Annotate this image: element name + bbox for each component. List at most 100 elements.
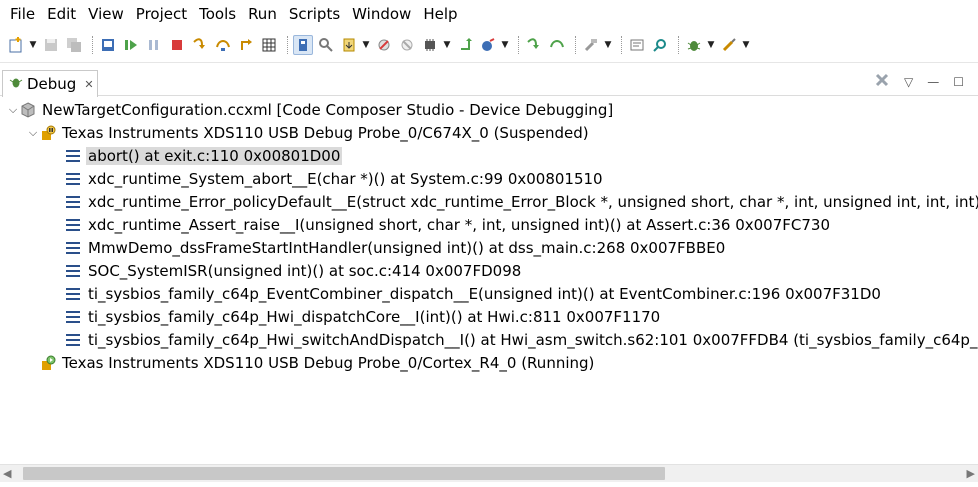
tools-dropdown-icon[interactable]: ▼ xyxy=(742,35,750,55)
pen-icon[interactable] xyxy=(719,35,739,55)
tree-row-target-cortex-r4[interactable]: Texas Instruments XDS110 USB Debug Probe… xyxy=(26,351,596,374)
load-program-icon[interactable] xyxy=(339,35,359,55)
save-all-icon[interactable] xyxy=(64,35,84,55)
view-menu-icon[interactable]: ▽ xyxy=(904,75,913,89)
tab-debug-label: Debug xyxy=(27,75,77,93)
stack-frame-2[interactable]: xdc_runtime_Error_policyDefault__E(struc… xyxy=(66,190,978,213)
reset-icon[interactable] xyxy=(478,35,498,55)
debug-bug-icon xyxy=(9,75,23,93)
stack-frame-label: abort() at exit.c:110 0x00801D00 xyxy=(86,146,343,165)
stack-frame-icon xyxy=(66,287,80,300)
menu-tools[interactable]: Tools xyxy=(193,0,242,28)
step-over-icon[interactable] xyxy=(213,35,233,55)
stack-frame-icon xyxy=(66,241,80,254)
running-target-icon xyxy=(40,355,56,371)
restart-icon[interactable] xyxy=(455,35,475,55)
stack-frame-icon xyxy=(66,310,80,323)
toolbar-separator xyxy=(678,36,679,54)
main-toolbar: ▼ ▼ ▼ ▼ ▼ ▼ ▼ xyxy=(0,28,978,63)
config-label: NewTargetConfiguration.ccxml [Code Compo… xyxy=(42,100,614,119)
build-dropdown-icon[interactable]: ▼ xyxy=(604,35,612,55)
stack-frame-label: MmwDemo_dssFrameStartIntHandler(unsigned… xyxy=(88,238,726,257)
terminate-icon[interactable] xyxy=(167,35,187,55)
menu-view[interactable]: View xyxy=(82,0,130,28)
debug-bug-icon[interactable] xyxy=(684,35,704,55)
menu-edit[interactable]: Edit xyxy=(41,0,82,28)
chip-icon[interactable] xyxy=(420,35,440,55)
assembly-step-into-icon[interactable] xyxy=(524,35,544,55)
close-icon[interactable]: ✕ xyxy=(84,78,93,91)
console-icon[interactable] xyxy=(627,35,647,55)
maximize-icon[interactable]: ☐ xyxy=(953,75,964,89)
menu-bar: File Edit View Project Tools Run Scripts… xyxy=(0,0,978,28)
stack-frame-label: xdc_runtime_Error_policyDefault__E(struc… xyxy=(88,192,978,211)
stack-frame-icon xyxy=(66,264,80,277)
stack-frame-4[interactable]: MmwDemo_dssFrameStartIntHandler(unsigned… xyxy=(66,236,727,259)
target-c674x-label: Texas Instruments XDS110 USB Debug Probe… xyxy=(62,123,589,142)
toolbar-separator xyxy=(287,36,288,54)
horizontal-scrollbar[interactable]: ◀ ▶ xyxy=(0,464,978,482)
stack-frame-1[interactable]: xdc_runtime_System_abort__E(char *)() at… xyxy=(66,167,605,190)
debug-view-header: Debug ✕ ▽ — ☐ xyxy=(0,68,978,97)
breakpoint-icon[interactable] xyxy=(374,35,394,55)
stack-frame-icon xyxy=(66,195,80,208)
stack-frame-label: ti_sysbios_family_c64p_Hwi_dispatchCore_… xyxy=(88,307,661,326)
stack-frame-3[interactable]: xdc_runtime_Assert_raise__I(unsigned sho… xyxy=(66,213,832,236)
menu-scripts[interactable]: Scripts xyxy=(283,0,346,28)
stack-frame-icon xyxy=(66,149,80,162)
tree-row-config[interactable]: ⌵ NewTargetConfiguration.ccxml [Code Com… xyxy=(6,98,615,121)
stack-frame-8[interactable]: ti_sysbios_family_c64p_Hwi_switchAndDisp… xyxy=(66,328,978,351)
assembly-step-over-icon[interactable] xyxy=(547,35,567,55)
new-dropdown-icon[interactable]: ▼ xyxy=(29,35,37,55)
tab-debug[interactable]: Debug ✕ xyxy=(2,70,98,97)
menu-help[interactable]: Help xyxy=(417,0,463,28)
stack-frame-7[interactable]: ti_sysbios_family_c64p_Hwi_dispatchCore_… xyxy=(66,305,662,328)
scroll-left-icon[interactable]: ◀ xyxy=(3,467,11,480)
suspended-target-icon xyxy=(40,125,56,141)
skip-breakpoints-icon[interactable] xyxy=(397,35,417,55)
scroll-right-icon[interactable]: ▶ xyxy=(967,467,975,480)
menu-window[interactable]: Window xyxy=(346,0,417,28)
debug-view-icon[interactable] xyxy=(98,35,118,55)
toolbar-separator xyxy=(518,36,519,54)
menu-file[interactable]: File xyxy=(4,0,41,28)
config-cube-icon xyxy=(20,101,36,118)
view-actions: ▽ — ☐ xyxy=(874,72,964,91)
connect-icon[interactable] xyxy=(316,35,336,55)
load-dropdown-icon[interactable]: ▼ xyxy=(362,35,370,55)
toolbar-separator xyxy=(575,36,576,54)
stack-frame-label: ti_sysbios_family_c64p_EventCombiner_dis… xyxy=(88,284,881,303)
hammer-icon[interactable] xyxy=(581,35,601,55)
step-return-icon[interactable] xyxy=(236,35,256,55)
scrollbar-thumb[interactable] xyxy=(23,467,665,480)
minimize-icon[interactable]: — xyxy=(927,75,939,89)
chevron-down-icon[interactable]: ⌵ xyxy=(6,103,20,117)
toolbar-separator xyxy=(92,36,93,54)
stack-frame-label: xdc_runtime_Assert_raise__I(unsigned sho… xyxy=(88,215,831,234)
step-into-icon[interactable] xyxy=(190,35,210,55)
debug-tree: ⌵ NewTargetConfiguration.ccxml [Code Com… xyxy=(0,97,978,464)
stack-frame-icon xyxy=(66,172,80,185)
stack-frame-6[interactable]: ti_sysbios_family_c64p_EventCombiner_dis… xyxy=(66,282,883,305)
menu-project[interactable]: Project xyxy=(130,0,193,28)
debug-dropdown-icon[interactable]: ▼ xyxy=(707,35,715,55)
search-icon[interactable] xyxy=(650,35,670,55)
stack-frame-label: xdc_runtime_System_abort__E(char *)() at… xyxy=(88,169,603,188)
grid-icon[interactable] xyxy=(259,35,279,55)
save-icon[interactable] xyxy=(41,35,61,55)
stack-frame-0[interactable]: abort() at exit.c:110 0x00801D00 xyxy=(66,144,343,167)
reset-dropdown-icon[interactable]: ▼ xyxy=(501,35,509,55)
menu-run[interactable]: Run xyxy=(242,0,283,28)
remove-terminated-icon[interactable] xyxy=(874,72,890,91)
chevron-down-icon[interactable]: ⌵ xyxy=(26,126,40,140)
resume-icon[interactable] xyxy=(121,35,141,55)
tree-row-target-c674x[interactable]: ⌵ Texas Instruments XDS110 USB Debug Pro… xyxy=(26,121,591,144)
memory-icon[interactable] xyxy=(293,35,313,55)
new-file-icon[interactable] xyxy=(6,35,26,55)
stack-frame-5[interactable]: SOC_SystemISR(unsigned int)() at soc.c:4… xyxy=(66,259,523,282)
chip-dropdown-icon[interactable]: ▼ xyxy=(443,35,451,55)
suspend-icon[interactable] xyxy=(144,35,164,55)
toolbar-separator xyxy=(621,36,622,54)
stack-frame-label: SOC_SystemISR(unsigned int)() at soc.c:4… xyxy=(88,261,522,280)
stack-frame-label: ti_sysbios_family_c64p_Hwi_switchAndDisp… xyxy=(88,330,978,349)
